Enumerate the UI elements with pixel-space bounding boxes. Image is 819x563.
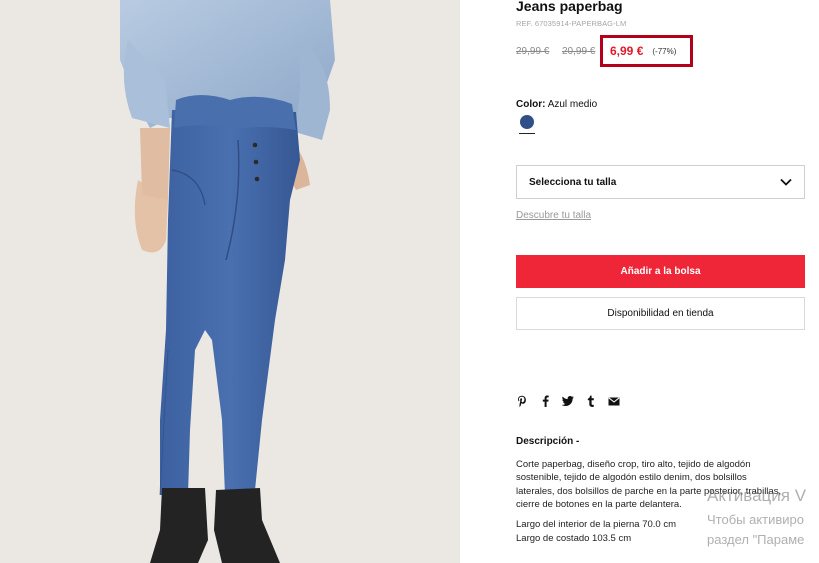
activation-watermark-line: Чтобы активиро bbox=[707, 512, 805, 527]
tumblr-icon[interactable] bbox=[585, 394, 597, 408]
selected-swatch-indicator bbox=[519, 133, 535, 134]
product-photo[interactable] bbox=[0, 0, 460, 563]
activation-watermark-title: Активация V bbox=[707, 486, 807, 505]
color-value: Azul medio bbox=[547, 99, 598, 110]
description-title: Descripción - bbox=[516, 436, 580, 447]
current-price-highlight: 6,99 € (-77%) bbox=[600, 35, 693, 67]
discount-badge: (-77%) bbox=[652, 46, 677, 56]
model-wearing-jeans-image bbox=[120, 0, 335, 563]
pinterest-icon[interactable] bbox=[516, 394, 528, 408]
size-select-label: Selecciona tu talla bbox=[529, 176, 617, 188]
email-icon[interactable] bbox=[608, 394, 620, 408]
color-label: Color: bbox=[516, 99, 546, 110]
product-reference: REF. 67035914-PAPERBAG-LM bbox=[516, 19, 627, 28]
activation-watermark-line: раздел "Параме bbox=[707, 532, 805, 547]
twitter-icon[interactable] bbox=[562, 394, 574, 408]
store-availability-button[interactable]: Disponibilidad en tienda bbox=[516, 297, 805, 330]
color-swatch-azul-medio[interactable] bbox=[520, 115, 534, 129]
color-label-row: Color: Azul medio bbox=[516, 99, 597, 110]
add-to-bag-button[interactable]: Añadir a la bolsa bbox=[516, 255, 805, 288]
previous-sale-price: 20,99 € bbox=[562, 46, 596, 57]
spec-side-length: Largo de costado 103.5 cm bbox=[516, 533, 632, 544]
share-icons-row bbox=[516, 394, 620, 408]
product-title: Jeans paperbag bbox=[516, 0, 623, 14]
spec-inseam: Largo del interior de la pierna 70.0 cm bbox=[516, 519, 677, 530]
original-price: 29,99 € bbox=[516, 46, 550, 57]
size-guide-link[interactable]: Descubre tu talla bbox=[516, 210, 591, 221]
size-select-dropdown[interactable]: Selecciona tu talla bbox=[516, 165, 805, 199]
current-price: 6,99 € bbox=[610, 44, 644, 58]
chevron-down-icon bbox=[780, 173, 792, 191]
facebook-icon[interactable] bbox=[539, 394, 551, 408]
